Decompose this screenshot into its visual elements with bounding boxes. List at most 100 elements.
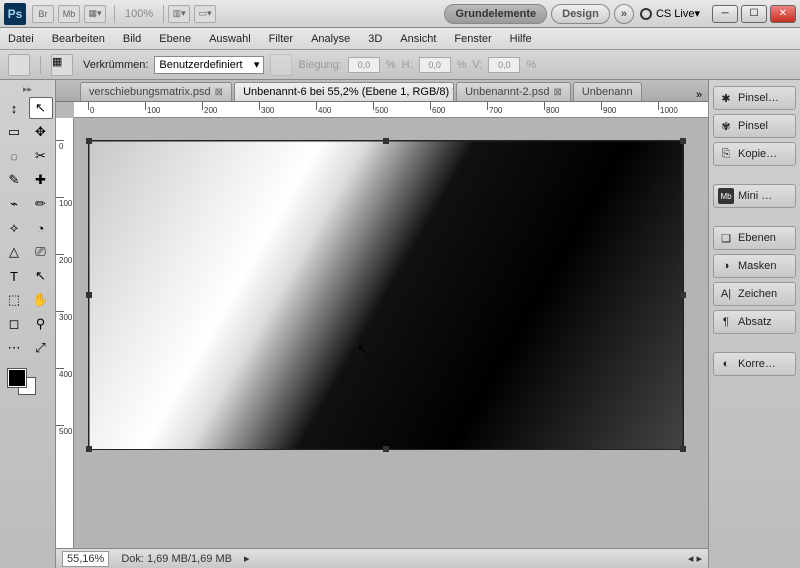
pct-3: % <box>526 59 536 71</box>
tool-19[interactable]: ⚲ <box>29 313 53 335</box>
bridge-button[interactable]: Br <box>32 5 54 23</box>
document-canvas[interactable]: ↖ <box>88 140 684 450</box>
screen-mode2-button[interactable]: ▭▾ <box>194 5 216 23</box>
warp-tool-icon <box>8 54 30 76</box>
warp-grid[interactable] <box>89 141 683 450</box>
workspace-grundelemente[interactable]: Grundelemente <box>444 4 547 24</box>
right-panel: ✱Pinsel… ✾Pinsel ⎘Kopie… MbMini … ❏ Ebene… <box>708 80 800 568</box>
pct-2: % <box>457 59 467 71</box>
zoom-level[interactable]: 100% <box>119 8 159 20</box>
window-close[interactable]: ✕ <box>770 5 796 23</box>
ruler-horizontal[interactable]: 01002003004005006007008009001000 <box>74 102 708 118</box>
menu-bar: Datei Bearbeiten Bild Ebene Auswahl Filter Ana… <box>0 28 800 50</box>
screen-mode-button[interactable]: ▦▾ <box>84 5 106 23</box>
panel-label: Masken <box>738 260 777 272</box>
color-swatches[interactable] <box>2 367 53 397</box>
tool-14[interactable]: T <box>2 265 26 287</box>
title-bar: Ps Br Mb ▦▾ 100% ▥▾ ▭▾ Grundelemente Des… <box>0 0 800 28</box>
tool-9[interactable]: ✏ <box>29 193 53 215</box>
tool-5[interactable]: ✂ <box>29 145 53 167</box>
document-tab[interactable]: verschiebungsmatrix.psd⊠ <box>80 82 232 101</box>
v-label: V: <box>472 59 482 71</box>
status-zoom[interactable]: 55,16% <box>62 551 109 567</box>
tool-17[interactable]: ✋ <box>29 289 53 311</box>
tool-1[interactable]: ↖ <box>29 97 53 119</box>
panel-absatz[interactable]: ¶Absatz <box>713 310 796 334</box>
status-bar: 55,16% Dok: 1,69 MB/1,69 MB▸ ◂ ▸ <box>56 548 708 568</box>
tab-label: Unbenann <box>582 86 633 98</box>
tab-label: Unbenannt-6 bei 55,2% (Ebene 1, RGB/8) * <box>243 86 454 98</box>
panel-adjustments[interactable]: ◐Korre… <box>713 352 796 376</box>
tool-21[interactable]: ⤢ <box>29 337 53 359</box>
status-doc-size: Dok: 1,69 MB/1,69 MB <box>121 553 232 565</box>
window-minimize[interactable]: ─ <box>712 5 738 23</box>
canvas-area[interactable]: ↖ <box>74 118 708 548</box>
tool-13[interactable]: ⎚ <box>29 241 53 263</box>
arrange-documents-button[interactable]: ▥▾ <box>168 5 190 23</box>
panel-pinsel-presets[interactable]: ✱Pinsel… <box>713 86 796 110</box>
foreground-color[interactable] <box>8 369 26 387</box>
tool-20[interactable]: ⋯ <box>2 337 26 359</box>
tool-3[interactable]: ✥ <box>29 121 53 143</box>
app-logo: Ps <box>4 3 26 25</box>
cursor-icon: ↖ <box>357 341 369 358</box>
menu-analyse[interactable]: Analyse <box>311 33 350 45</box>
workspace-design[interactable]: Design <box>551 4 610 24</box>
window-maximize[interactable]: ☐ <box>741 5 767 23</box>
grid-icon[interactable]: ▦ <box>51 54 73 76</box>
ruler-vertical[interactable]: 0100200300400500 <box>56 118 74 548</box>
tool-6[interactable]: ✎ <box>2 169 26 191</box>
paragraph-icon: ¶ <box>718 314 734 330</box>
tool-7[interactable]: ✚ <box>29 169 53 191</box>
biegung-label: Biegung: <box>298 59 341 71</box>
tabs-overflow[interactable]: » <box>690 89 708 101</box>
tool-10[interactable]: ⟡ <box>2 217 26 239</box>
menu-filter[interactable]: Filter <box>269 33 293 45</box>
panel-label: Ebenen <box>738 232 776 244</box>
panel-masken[interactable]: ◑ Masken <box>713 254 796 278</box>
tool-8[interactable]: ⌁ <box>2 193 26 215</box>
menu-bild[interactable]: Bild <box>123 33 141 45</box>
cslive-menu[interactable]: CS Live ▾ <box>634 7 706 20</box>
v-field: 0,0 <box>488 57 520 73</box>
menu-datei[interactable]: Datei <box>8 33 34 45</box>
minibridge-button[interactable]: Mb <box>58 5 80 23</box>
orientation-icon <box>270 54 292 76</box>
menu-ansicht[interactable]: Ansicht <box>400 33 436 45</box>
warp-preset-select[interactable]: Benutzerdefiniert▾ <box>154 56 264 74</box>
panel-ebenen[interactable]: ❏ Ebenen <box>713 226 796 250</box>
tool-4[interactable]: ◌ <box>2 145 26 167</box>
document-tab[interactable]: Unbenann <box>573 82 642 101</box>
tool-11[interactable]: ◔ <box>29 217 53 239</box>
tool-15[interactable]: ↖ <box>29 265 53 287</box>
minibridge-icon: Mb <box>718 188 734 204</box>
menu-ebene[interactable]: Ebene <box>159 33 191 45</box>
tool-2[interactable]: ▭ <box>2 121 26 143</box>
tool-18[interactable]: ◻ <box>2 313 26 335</box>
panel-zeichen[interactable]: A|Zeichen <box>713 282 796 306</box>
tool-12[interactable]: △ <box>2 241 26 263</box>
panel-clone[interactable]: ⎘Kopie… <box>713 142 796 166</box>
document-tab[interactable]: Unbenannt-2.psd⊠ <box>456 82 571 101</box>
workspace-more[interactable]: » <box>614 4 634 24</box>
menu-3d[interactable]: 3D <box>368 33 382 45</box>
menu-bearbeiten[interactable]: Bearbeiten <box>52 33 105 45</box>
pct-1: % <box>386 59 396 71</box>
close-icon[interactable]: ⊠ <box>553 87 561 98</box>
document-tabs: verschiebungsmatrix.psd⊠Unbenannt-6 bei … <box>56 80 708 102</box>
warp-label: Verkrümmen: <box>83 59 148 71</box>
brush-presets-icon: ✱ <box>718 90 734 106</box>
layers-icon: ❏ <box>718 230 734 246</box>
masks-icon: ◑ <box>718 258 734 274</box>
tool-16[interactable]: ⬚ <box>2 289 26 311</box>
panel-pinsel[interactable]: ✾Pinsel <box>713 114 796 138</box>
close-icon[interactable]: ⊠ <box>215 87 223 98</box>
panel-label: Korre… <box>738 358 776 370</box>
panel-minibridge[interactable]: MbMini … <box>713 184 796 208</box>
menu-hilfe[interactable]: Hilfe <box>510 33 532 45</box>
clone-icon: ⎘ <box>718 146 734 162</box>
menu-fenster[interactable]: Fenster <box>454 33 491 45</box>
menu-auswahl[interactable]: Auswahl <box>209 33 251 45</box>
document-tab[interactable]: Unbenannt-6 bei 55,2% (Ebene 1, RGB/8) *… <box>234 82 454 101</box>
tool-0[interactable]: ↕ <box>2 97 26 119</box>
